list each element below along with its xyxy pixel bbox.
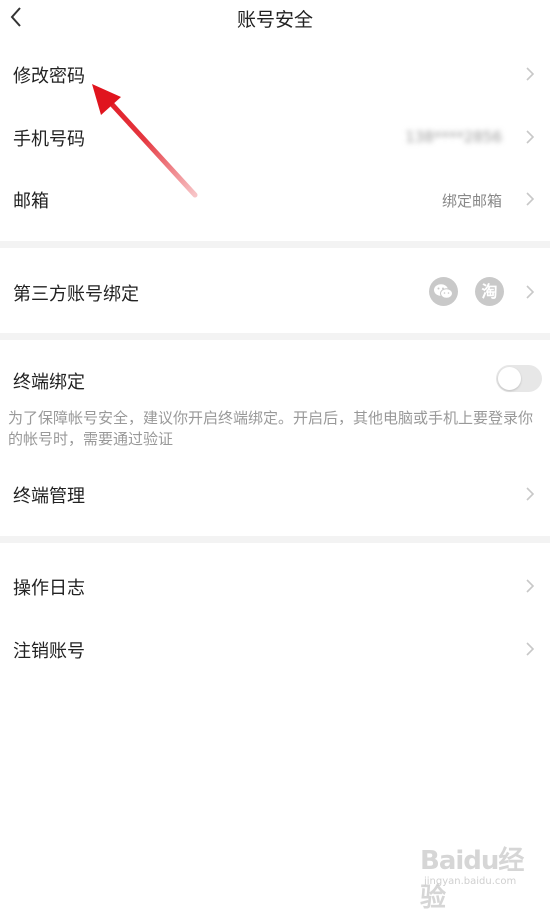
third-party-binding-row[interactable]: 第三方账号绑定 淘 xyxy=(0,262,550,322)
phone-number-row[interactable]: 手机号码 138****2856 xyxy=(0,110,550,162)
watermark-subtext: jingyan.baidu.com xyxy=(424,876,517,887)
page-title: 账号安全 xyxy=(236,9,313,31)
baidu-watermark: Baidu经验 jingyan.baidu.com xyxy=(420,840,530,913)
change-password-row[interactable]: 修改密码 xyxy=(0,48,550,100)
chevron-right-icon xyxy=(526,487,535,501)
operation-log-row[interactable]: 操作日志 xyxy=(0,558,550,614)
phone-number-label: 手机号码 xyxy=(13,129,85,150)
taobao-glyph: 淘 xyxy=(481,282,498,301)
chevron-right-icon xyxy=(526,192,535,206)
wechat-glyph xyxy=(434,284,453,299)
email-row[interactable]: 邮箱 绑定邮箱 xyxy=(0,172,550,224)
top-bar: 账号安全 xyxy=(0,0,550,38)
chevron-right-icon xyxy=(526,67,535,81)
section-divider xyxy=(0,536,550,543)
taobao-icon[interactable]: 淘 xyxy=(475,277,504,306)
chevron-right-icon xyxy=(526,285,535,299)
chevron-right-icon xyxy=(526,130,535,144)
phone-number-value: 138****2856 xyxy=(405,128,502,146)
cancel-account-label: 注销账号 xyxy=(13,641,85,662)
chevron-right-icon xyxy=(526,642,535,656)
terminal-management-row[interactable]: 终端管理 xyxy=(0,465,550,521)
operation-log-label: 操作日志 xyxy=(13,578,85,599)
terminal-binding-row: 终端绑定 xyxy=(0,352,550,408)
email-value: 绑定邮箱 xyxy=(441,192,502,210)
chevron-right-icon xyxy=(526,579,535,593)
terminal-binding-toggle[interactable] xyxy=(496,365,542,392)
terminal-binding-description: 为了保障帐号安全，建议你开启终端绑定。开启后，其他电脑或手机上要登录你的帐号时，… xyxy=(8,409,534,448)
cancel-account-row[interactable]: 注销账号 xyxy=(0,621,550,677)
wechat-icon[interactable] xyxy=(429,277,458,306)
section-divider xyxy=(0,241,550,248)
email-label: 邮箱 xyxy=(13,191,49,212)
toggle-knob xyxy=(498,367,521,390)
change-password-label: 修改密码 xyxy=(13,66,85,87)
terminal-management-label: 终端管理 xyxy=(13,486,85,507)
section-divider xyxy=(0,333,550,340)
terminal-binding-label: 终端绑定 xyxy=(13,372,85,393)
third-party-binding-label: 第三方账号绑定 xyxy=(13,284,139,305)
